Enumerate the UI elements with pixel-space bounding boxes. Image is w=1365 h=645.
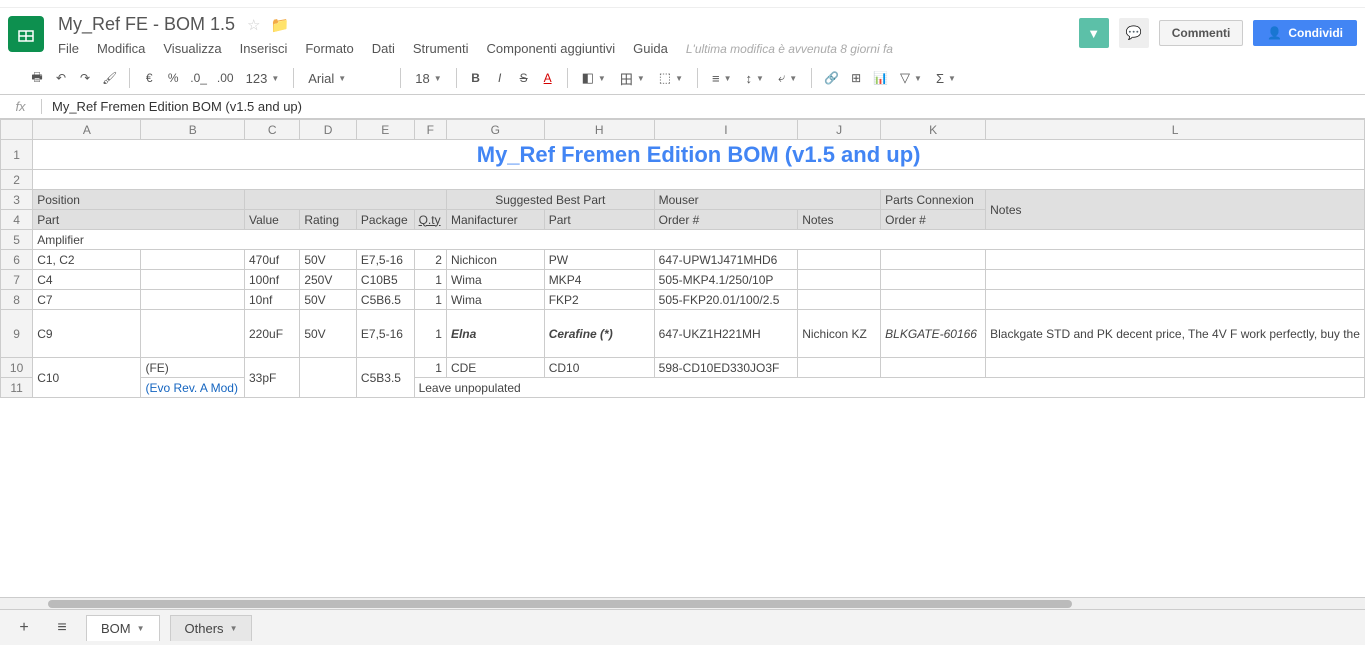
col-B[interactable]: B [141, 120, 245, 140]
fx-label: fx [0, 99, 42, 114]
undo-icon[interactable]: ↶ [50, 66, 72, 90]
formula-input[interactable]: My_Ref Fremen Edition BOM (v1.5 and up) [42, 99, 1365, 114]
insert-comment-icon[interactable]: ⊞ [845, 66, 867, 90]
col-H[interactable]: H [544, 120, 654, 140]
chat-icon[interactable]: 💬 [1119, 18, 1149, 48]
font-size[interactable]: 18▼ [409, 71, 447, 86]
share-button[interactable]: 👤Condividi [1253, 20, 1357, 46]
col-F[interactable]: F [414, 120, 446, 140]
table-row: 11(Evo Rev. A Mod)Leave unpopulated [1, 378, 1365, 398]
number-format[interactable]: 123▼ [240, 71, 286, 86]
text-wrap[interactable]: ⤶▼ [772, 70, 803, 86]
spreadsheet-grid[interactable]: A B C D E F G H I J K L 1My_Ref Fremen E… [0, 119, 1365, 597]
print-icon[interactable]: 🖶 [26, 66, 48, 90]
document-title[interactable]: My_Ref FE - BOM 1.5 [58, 14, 235, 35]
app-header: My_Ref FE - BOM 1.5 ☆ 📁 File Modifica Vi… [0, 8, 1365, 56]
paint-format-icon[interactable]: 🖌 [98, 66, 121, 90]
col-I[interactable]: I [654, 120, 798, 140]
sheet-tabs-bar: + ≡ BOM▼ Others▼ [0, 609, 1365, 645]
bold-button[interactable]: B [465, 66, 487, 90]
table-row: 6C1, C2470uf50VE7,5-162NichiconPW647-UPW… [1, 250, 1365, 270]
format-currency[interactable]: € [138, 66, 160, 90]
formula-bar: fx My_Ref Fremen Edition BOM (v1.5 and u… [0, 95, 1365, 119]
h-align[interactable]: ≡▼ [706, 71, 738, 86]
col-J[interactable]: J [798, 120, 881, 140]
menu-tools[interactable]: Strumenti [413, 41, 469, 56]
font-select[interactable]: Arial▼ [302, 71, 392, 86]
all-sheets-icon[interactable]: ≡ [48, 615, 76, 641]
last-edit-text: L'ultima modifica è avvenuta 8 giorni fa [686, 42, 893, 56]
toolbar: 🖶 ↶ ↷ 🖌 € % .0_ .00 123▼ Arial▼ 18▼ B I … [0, 62, 1365, 95]
italic-button[interactable]: I [489, 66, 511, 90]
col-L[interactable]: L [986, 120, 1365, 140]
comments-button[interactable]: Commenti [1159, 20, 1244, 46]
add-sheet-icon[interactable]: + [10, 615, 38, 641]
insert-link-icon[interactable]: 🔗 [820, 66, 843, 90]
filter[interactable]: ▽▼ [894, 70, 928, 86]
menu-addons[interactable]: Componenti aggiuntivi [487, 41, 616, 56]
col-K[interactable]: K [881, 120, 986, 140]
col-D[interactable]: D [300, 120, 357, 140]
title-cell[interactable]: My_Ref Fremen Edition BOM (v1.5 and up) [33, 140, 1365, 170]
decrease-decimal[interactable]: .0_ [186, 66, 211, 90]
insert-chart-icon[interactable]: 📊 [869, 66, 892, 90]
menu-help[interactable]: Guida [633, 41, 668, 56]
sheet-tab-bom[interactable]: BOM▼ [86, 615, 160, 641]
col-E[interactable]: E [356, 120, 414, 140]
table-row: 9C9220uF50VE7,5-161ElnaCerafine (*)647-U… [1, 310, 1365, 358]
menu-edit[interactable]: Modifica [97, 41, 145, 56]
table-row: 7C4100nf250VC10B51WimaMKP4505-MKP4.1/250… [1, 270, 1365, 290]
borders[interactable]: 田▼ [614, 69, 651, 88]
col-A[interactable]: A [33, 120, 141, 140]
corner-cell[interactable] [1, 120, 33, 140]
menu-insert[interactable]: Inserisci [240, 41, 288, 56]
horizontal-scrollbar[interactable] [0, 597, 1365, 609]
star-icon[interactable]: ☆ [247, 16, 260, 34]
menu-bar: File Modifica Visualizza Inserisci Forma… [58, 41, 1079, 56]
text-color[interactable]: A [537, 66, 559, 90]
increase-decimal[interactable]: .00 [213, 66, 238, 90]
fill-color[interactable]: ◧▼ [576, 70, 612, 86]
table-row: 10C10(FE)33pFC5B3.51CDECD10598-CD10ED330… [1, 358, 1365, 378]
user-avatar[interactable]: ▼ [1079, 18, 1109, 48]
sheet-tab-others[interactable]: Others▼ [170, 615, 253, 641]
functions[interactable]: Σ▼ [930, 71, 962, 86]
row-1[interactable]: 1 [1, 140, 33, 170]
format-percent[interactable]: % [162, 66, 184, 90]
redo-icon[interactable]: ↷ [74, 66, 96, 90]
menu-format[interactable]: Formato [305, 41, 353, 56]
table-row: 8C710nf50VC5B6.51WimaFKP2505-FKP20.01/10… [1, 290, 1365, 310]
column-headers: A B C D E F G H I J K L [1, 120, 1365, 140]
strike-button[interactable]: S [513, 66, 535, 90]
header-row-1: 3 Position Suggested Best Part Mouser Pa… [1, 190, 1365, 210]
menu-data[interactable]: Dati [372, 41, 395, 56]
merge-cells[interactable]: ⬚▼ [653, 70, 689, 86]
col-G[interactable]: G [446, 120, 544, 140]
v-align[interactable]: ↕▼ [740, 71, 770, 86]
table-row: 5Amplifier [1, 230, 1365, 250]
menu-file[interactable]: File [58, 41, 79, 56]
menu-view[interactable]: Visualizza [163, 41, 221, 56]
col-C[interactable]: C [245, 120, 300, 140]
sheets-logo[interactable] [8, 16, 44, 52]
folder-icon[interactable]: 📁 [271, 16, 290, 34]
